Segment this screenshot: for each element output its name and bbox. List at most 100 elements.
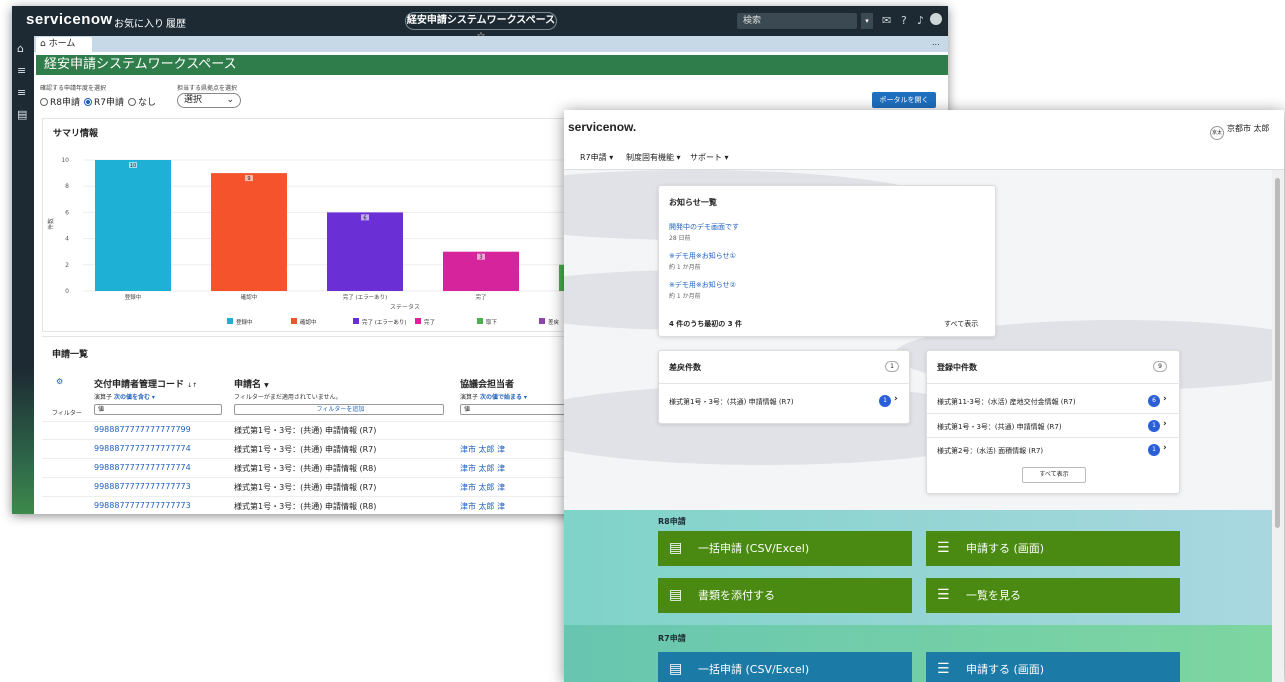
y-axis-label: 件数	[47, 218, 55, 230]
bell-icon[interactable]: ♪	[917, 14, 924, 27]
row-code[interactable]: 9988877777777777774	[94, 444, 191, 453]
r7-section: R7申請 ▤ 一括申請 (CSV/Excel) ☰ 申請する (画面)	[564, 625, 1272, 682]
global-search-input[interactable]: 検索	[737, 13, 857, 29]
menu-icon[interactable]: ≡	[17, 86, 26, 99]
chevron-right-icon[interactable]: ›	[1163, 419, 1167, 429]
history-menu[interactable]: 履歴	[166, 15, 186, 30]
radio-r8[interactable]: R8申請	[40, 95, 80, 108]
tab-home-label: ホーム	[48, 39, 76, 49]
tab-home[interactable]: ⌂ ホーム	[36, 37, 92, 52]
operator-code[interactable]: 演算子 次の値を含む ▾	[94, 392, 155, 401]
chat-icon[interactable]: ✉	[882, 14, 891, 27]
user-menu[interactable]: 京太 京都市 太郎	[1210, 123, 1270, 140]
list-icon[interactable]: ≡	[17, 64, 26, 77]
portal-window: servicenow. R7申請 ▾ 制度固有機能 ▾ サポート ▾ 京太 京都市…	[564, 110, 1284, 682]
workspace-badge[interactable]: 経安申請システムワークスペース ☆	[405, 12, 557, 42]
registering-item-label[interactable]: 様式第1号・3号：(共通) 申請情報 (R7)	[937, 422, 1062, 432]
add-filter-button[interactable]: フィルターを追加	[234, 404, 444, 415]
data-label: 9	[247, 176, 250, 182]
legend-swatch	[227, 318, 233, 324]
row-name: 様式第1号・3号：(共通) 申請情報 (R7)	[234, 445, 377, 454]
personalize-icon[interactable]: ⚙	[56, 377, 63, 386]
news-item[interactable]: 開発中のデモ画面です	[669, 222, 739, 232]
row-name: 様式第1号・3号：(共通) 申請情報 (R8)	[234, 464, 377, 473]
chevron-right-icon[interactable]: ›	[1163, 394, 1167, 404]
filter-empty-notice: フィルターがまだ適用されていません。	[234, 394, 342, 401]
database-icon[interactable]: ▤	[17, 108, 27, 121]
filter-caret-icon: ▼	[264, 382, 269, 389]
row-person[interactable]: 津市 太郎 津	[460, 482, 505, 493]
news-view-all-link[interactable]: すべて表示	[944, 319, 978, 329]
row-person[interactable]: 津市 太郎 津	[460, 501, 505, 512]
news-item[interactable]: ※デモ用※お知らせ①	[669, 251, 736, 261]
sort-icon: ↓↑	[187, 382, 198, 389]
registering-title: 登録中件数	[937, 363, 977, 372]
radio-r7[interactable]: R7申請	[84, 95, 124, 108]
servicenow-logo[interactable]: servicenow	[26, 11, 113, 28]
data-label: 6	[363, 215, 366, 221]
r8-bulk-apply-button[interactable]: ▤ 一括申請 (CSV/Excel)	[658, 531, 912, 566]
button-label: 申請する (画面)	[966, 542, 1045, 555]
scrollbar[interactable]	[1272, 170, 1284, 682]
home-icon[interactable]: ⌂	[17, 42, 24, 55]
nav-system-functions[interactable]: 制度固有機能 ▾	[626, 152, 681, 163]
side-rail: ⌂ ≡ ≡ ▤	[12, 36, 34, 514]
favorites-menu[interactable]: お気に入り	[114, 15, 164, 30]
help-icon[interactable]: ?	[901, 14, 907, 27]
hero-area: お知らせ一覧 開発中のデモ画面です 28 日前 ※デモ用※お知らせ① 約 1 か…	[564, 170, 1272, 510]
radio-none[interactable]: なし	[128, 95, 156, 108]
row-code[interactable]: 9988877777777777799	[94, 425, 191, 434]
chevron-right-icon[interactable]: ›	[894, 394, 898, 404]
avatar[interactable]	[930, 13, 942, 25]
row-code[interactable]: 9988877777777777774	[94, 463, 191, 472]
y-tick-label: 4	[65, 236, 69, 243]
registering-view-all-button[interactable]: すべて表示	[1022, 467, 1086, 483]
divider	[927, 383, 1181, 384]
filter-code-input[interactable]: 値	[94, 404, 222, 415]
legend-swatch	[291, 318, 297, 324]
y-tick-label: 2	[65, 262, 69, 269]
button-label: 申請する (画面)	[966, 663, 1045, 676]
chevron-right-icon[interactable]: ›	[1163, 443, 1167, 453]
scrollbar-thumb[interactable]	[1275, 178, 1280, 528]
user-name: 京都市 太郎	[1227, 124, 1270, 133]
r7-apply-screen-button[interactable]: ☰ 申請する (画面)	[926, 652, 1180, 682]
row-code[interactable]: 9988877777777777773	[94, 482, 191, 491]
row-person[interactable]: 津市 太郎 津	[460, 463, 505, 474]
r8-section-label: R8申請	[658, 517, 686, 526]
search-scope-chevron-icon[interactable]: ▾	[861, 13, 873, 29]
r8-attach-documents-button[interactable]: ▤ 書類を添付する	[658, 578, 912, 613]
r7-bulk-apply-button[interactable]: ▤ 一括申請 (CSV/Excel)	[658, 652, 912, 682]
nav-support[interactable]: サポート ▾	[690, 152, 729, 163]
year-label: 確認する申請年度を選択	[40, 85, 107, 92]
open-portal-button[interactable]: ポータルを開く	[872, 92, 936, 108]
page-title: 経安申請システムワークスペース	[36, 55, 948, 75]
news-date: 約 1 か月前	[669, 264, 701, 271]
legend-label: 取下	[486, 319, 498, 326]
registering-item-label[interactable]: 様式第2号：(水活) 面積情報 (R7)	[937, 446, 1043, 456]
office-select[interactable]: 選択 ⌄	[177, 93, 241, 108]
servicenow-logo[interactable]: servicenow.	[568, 120, 636, 134]
tab-strip: ⌂ ホーム ...	[34, 36, 948, 52]
list-icon: ☰	[937, 587, 950, 603]
legend-label: 完了 (エラーあり)	[362, 318, 407, 326]
column-header-person[interactable]: 協議会担当者	[460, 377, 514, 390]
filter-person-input[interactable]: 値	[460, 404, 580, 415]
more-tabs[interactable]: ...	[932, 38, 940, 47]
r8-view-list-button[interactable]: ☰ 一覧を見る	[926, 578, 1180, 613]
returned-item-label[interactable]: 様式第1号・3号：(共通) 申請情報 (R7)	[669, 397, 794, 407]
row-code[interactable]: 9988877777777777773	[94, 501, 191, 510]
column-header-name[interactable]: 申請名 ▼	[234, 377, 269, 390]
news-date: 約 1 か月前	[669, 293, 701, 300]
nav-r7[interactable]: R7申請 ▾	[580, 152, 613, 163]
legend-swatch	[353, 318, 359, 324]
column-header-code[interactable]: 交付申請者管理コード ↓↑	[94, 377, 197, 390]
bar	[95, 160, 171, 291]
operator-person[interactable]: 演算子 次の値で始まる ▾	[460, 392, 527, 401]
row-person[interactable]: 津市 太郎 津	[460, 444, 505, 455]
r8-apply-screen-button[interactable]: ☰ 申請する (画面)	[926, 531, 1180, 566]
x-tick-label: 確認中	[241, 293, 258, 301]
news-item[interactable]: ※デモ用※お知らせ②	[669, 280, 736, 290]
x-tick-label: 完了 (エラーあり)	[343, 293, 388, 301]
registering-item-label[interactable]: 様式第11-3号：(水活) 産地交付金情報 (R7)	[937, 397, 1076, 407]
